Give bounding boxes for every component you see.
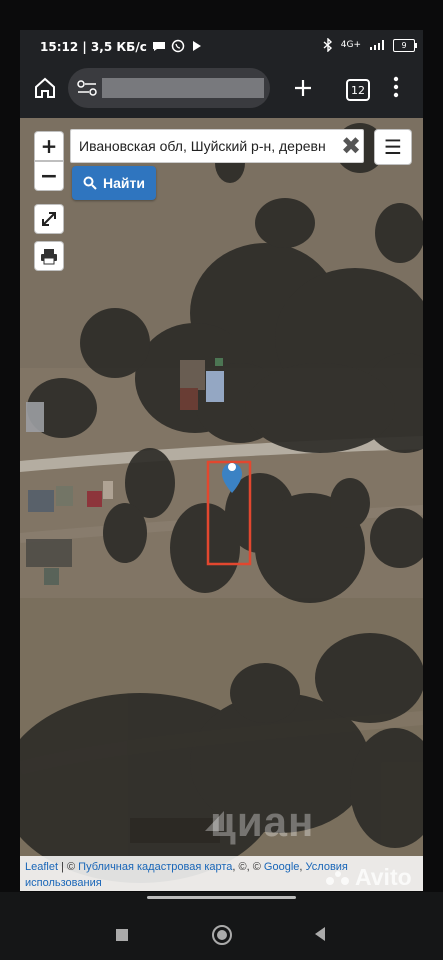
avito-logo-icon <box>326 870 349 885</box>
home-indicator <box>147 896 296 899</box>
search-icon <box>83 176 97 190</box>
clear-search-button[interactable]: ✖ <box>337 130 365 162</box>
expand-icon <box>42 212 56 226</box>
find-label: Найти <box>103 175 145 191</box>
menu-button[interactable]: ☰ <box>374 129 412 165</box>
signal-icon <box>370 40 384 50</box>
location-marker-icon[interactable] <box>220 461 244 495</box>
play-icon <box>193 41 201 51</box>
find-button[interactable]: Найти <box>72 166 156 200</box>
map-view[interactable]: + − ✖ ☰ Найти циан Leaflet | © Публичная… <box>20 118 423 891</box>
message-icon <box>153 42 165 51</box>
status-bar: 15:12 | 3,5 КБ/с 4G+ 9 <box>20 30 423 66</box>
site-settings-icon[interactable] <box>77 80 97 96</box>
bluetooth-icon <box>323 38 332 52</box>
browser-toolbar: 12 <box>20 66 423 118</box>
avito-text: Avito <box>355 864 412 890</box>
leaflet-link[interactable]: Leaflet <box>25 861 58 873</box>
battery-level: 9 <box>401 40 407 50</box>
cian-watermark-logo-icon <box>205 811 224 831</box>
terms-link-line-2[interactable]: использования <box>25 877 102 889</box>
tabs-button[interactable]: 12 <box>346 79 370 101</box>
plus-icon[interactable] <box>293 78 313 98</box>
whatsapp-icon <box>171 39 185 53</box>
status-right: 4G+ 9 <box>323 38 417 52</box>
zoom-in-button[interactable]: + <box>34 131 64 161</box>
address-input[interactable] <box>71 130 331 162</box>
network-label: 4G+ <box>340 40 361 50</box>
satellite-image <box>20 118 423 891</box>
print-icon <box>41 248 57 264</box>
attribution-copyright: , ©, © <box>232 861 264 873</box>
home-icon[interactable] <box>33 77 57 99</box>
back-nav-button[interactable] <box>313 926 327 942</box>
address-bar[interactable] <box>68 68 270 108</box>
google-link[interactable]: Google <box>264 861 299 873</box>
more-icon[interactable] <box>393 76 399 98</box>
battery-icon: 9 <box>393 38 417 52</box>
address-search[interactable]: ✖ <box>70 129 364 163</box>
avito-watermark: Avito <box>325 864 412 891</box>
recents-button[interactable] <box>116 929 128 941</box>
print-button[interactable] <box>34 241 64 271</box>
attribution-separator: | © <box>58 861 79 873</box>
status-time: 15:12 | 3,5 КБ/с <box>40 40 147 54</box>
address-hidden <box>102 78 264 98</box>
android-navigation-bar <box>0 892 443 960</box>
fullscreen-button[interactable] <box>34 204 64 234</box>
zoom-out-button[interactable]: − <box>34 161 64 191</box>
home-nav-button[interactable] <box>210 923 234 947</box>
cadastral-map-link[interactable]: Публичная кадастровая карта <box>78 861 232 873</box>
